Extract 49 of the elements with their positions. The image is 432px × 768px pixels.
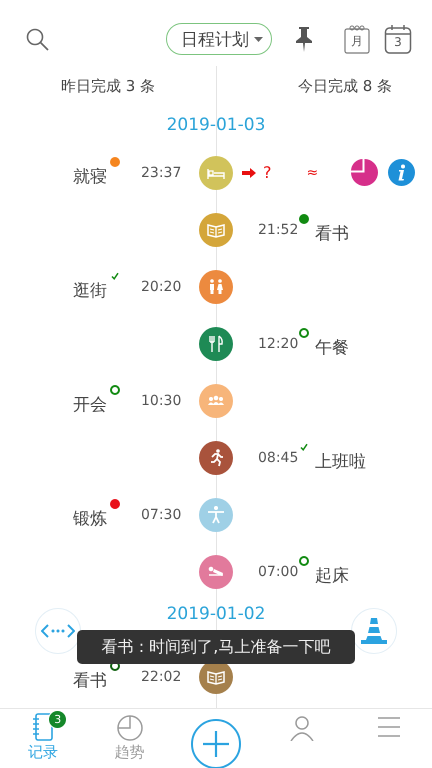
running-figure-icon[interactable]	[199, 440, 233, 474]
nav-tab[interactable]: 3 记录	[0, 709, 86, 768]
event-time: 22:02	[141, 668, 182, 684]
event-time: 21:52	[257, 222, 299, 238]
arrow-icon	[242, 168, 256, 178]
event-time: 23:37	[141, 164, 182, 180]
caret-icon	[254, 36, 263, 42]
pin-icon[interactable]	[295, 26, 313, 52]
event-name[interactable]: 开会	[73, 393, 107, 416]
event-time: 10:30	[141, 392, 182, 408]
fork-knife-icon[interactable]	[199, 326, 233, 360]
plus-icon	[202, 731, 229, 757]
event-time: 12:20	[257, 336, 299, 352]
add-button[interactable]	[190, 719, 241, 768]
traffic-cone-icon	[359, 616, 389, 646]
list-icon[interactable]	[376, 715, 402, 739]
today-count: 今日完成 8 条	[296, 76, 394, 96]
event-name[interactable]: 上班啦	[315, 450, 366, 473]
person-icon[interactable]	[289, 715, 316, 741]
two-figures-icon[interactable]	[199, 270, 233, 304]
info-icon[interactable]	[388, 159, 416, 186]
event-time: 20:20	[141, 278, 182, 294]
event-name[interactable]: 逛街	[73, 279, 107, 302]
search-icon[interactable]	[26, 28, 49, 50]
event-name[interactable]: 就寝	[73, 165, 107, 188]
event-time: 07:30	[141, 506, 182, 522]
yesterday-count: 昨日完成 3 条	[60, 76, 156, 96]
question-mark: ?	[263, 163, 272, 182]
event-time: 08:45	[257, 450, 299, 466]
bed-icon[interactable]	[199, 156, 233, 190]
reminder-toast: 看书 : 时间到了,马上准备一下吧	[77, 630, 355, 664]
event-name[interactable]: 午餐	[315, 336, 349, 359]
notebook-icon	[32, 713, 54, 741]
pie-chart-icon[interactable]	[351, 159, 378, 186]
event-time: 07:00	[257, 564, 299, 580]
view-dropdown[interactable]: 日程计划	[166, 23, 272, 55]
event-name[interactable]: 看书	[315, 222, 349, 245]
event-name[interactable]: 起床	[315, 564, 349, 587]
event-name[interactable]: 锻炼	[73, 507, 107, 530]
pie-chart-icon	[116, 713, 144, 741]
count-badge: 3	[48, 710, 68, 729]
day-calendar-icon[interactable]: 3	[384, 24, 412, 54]
date-heading: 2019-01-03	[166, 115, 266, 135]
group-icon[interactable]	[199, 384, 233, 418]
event-name[interactable]: 看书	[73, 669, 107, 692]
code-icon	[41, 624, 75, 638]
date-heading: 2019-01-02	[166, 604, 266, 624]
wave-mark: ≈	[306, 164, 318, 180]
lying-figure-icon[interactable]	[199, 554, 233, 588]
